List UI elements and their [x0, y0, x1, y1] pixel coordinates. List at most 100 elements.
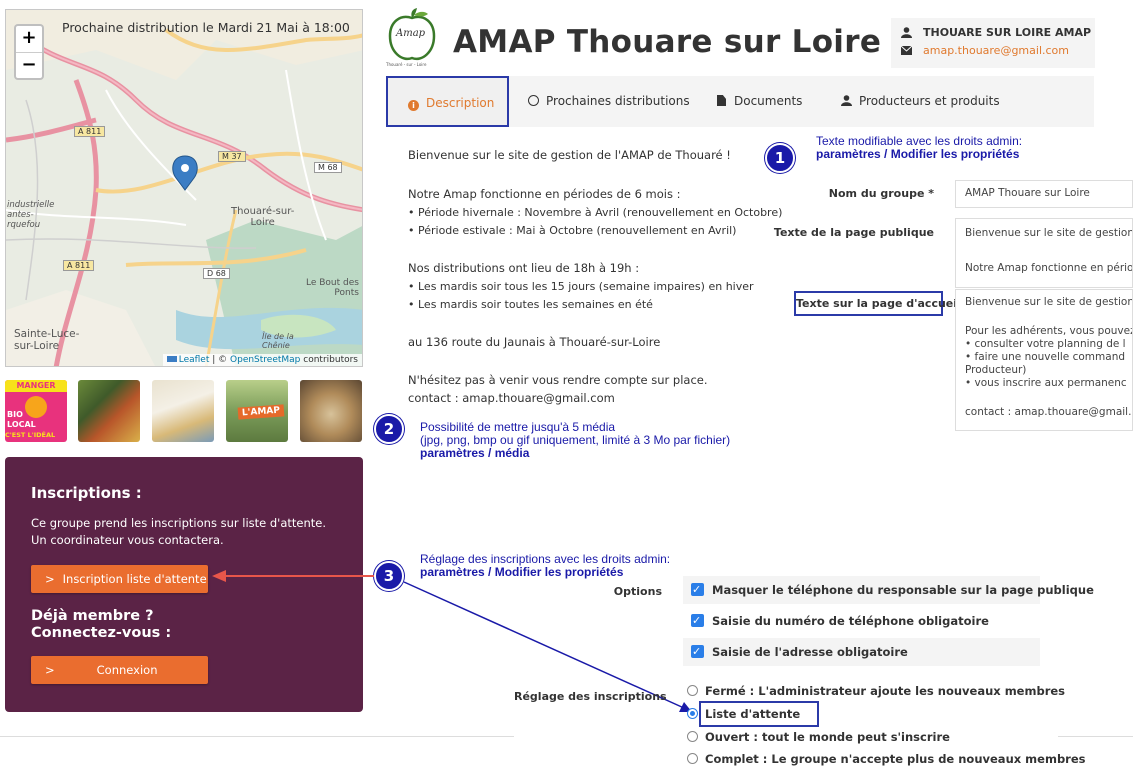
map-tiles	[6, 10, 362, 366]
waitlist-button[interactable]: > Inscription liste d'attente	[31, 565, 208, 593]
divider	[1058, 736, 1133, 737]
option-row[interactable]: Masquer le téléphone du responsable sur …	[683, 576, 1094, 604]
amap-board-thumbnail[interactable]: L'AMAP	[226, 380, 288, 442]
home-text-editor[interactable]: Bienvenue sur le site de gestion c Pour …	[955, 289, 1133, 431]
user-icon	[841, 95, 852, 106]
description-line: Notre Amap fonctionne en périodes de 6 m…	[408, 187, 681, 201]
editor-line: Pour les adhérents, vous pouvez	[965, 325, 1133, 337]
checkbox-checked-icon[interactable]	[691, 638, 704, 666]
member-login-title: Déjà membre ? Connectez-vous :	[31, 608, 172, 641]
options-label: Options	[613, 585, 662, 598]
map-label-sainte-luce: Sainte-Luce- sur-Loire	[14, 328, 80, 352]
option-label: Saisie du numéro de téléphone obligatoir…	[712, 614, 989, 628]
attribution-separator: | ©	[209, 355, 231, 365]
page-title: AMAP Thouare sur Loire	[453, 24, 882, 60]
description-address: au 136 route du Jaunais à Thouaré-sur-Lo…	[408, 335, 661, 349]
group-name-input[interactable]: AMAP Thouare sur Loire	[955, 180, 1133, 208]
clock-icon	[528, 95, 539, 106]
callout-number-1: 1	[765, 143, 795, 173]
amap-logo[interactable]: Amap Thouaré - sur - Loire	[386, 8, 438, 70]
option-row[interactable]: Saisie de l'adresse obligatoire	[683, 638, 1040, 666]
tab-description[interactable]: i Description	[386, 76, 509, 127]
contact-box: THOUARE SUR LOIRE AMAP amap.thouare@gmai…	[891, 18, 1095, 68]
option-row[interactable]: Saisie du numéro de téléphone obligatoir…	[683, 607, 1040, 635]
highlight-box	[699, 701, 819, 727]
tab-producteurs[interactable]: Producteurs et produits	[841, 76, 1000, 127]
map-label-thouare: Thouaré-sur- Loire	[231, 206, 295, 228]
description-line: • Les mardis soir toutes les semaines en…	[408, 298, 653, 311]
road-badge: A 811	[63, 260, 95, 271]
bread-thumbnail[interactable]	[300, 380, 362, 442]
registration-option[interactable]: Fermé : L'administrateur ajoute les nouv…	[687, 684, 1065, 698]
map-label-le-bout-des-ponts: Le Bout des Ponts	[306, 278, 359, 298]
logo-text: Amap	[396, 28, 426, 39]
tab-bar: i Description Prochaines distributions Do…	[386, 76, 1094, 127]
group-name-label: Nom du groupe *	[828, 187, 934, 200]
thumb-text: LOCAL	[7, 420, 36, 429]
editor-line: Bienvenue sur le site de gestion c	[965, 296, 1133, 308]
map-zoom-control: + −	[14, 24, 44, 80]
map-distribution-title: Prochaine distribution le Mardi 21 Mai à…	[62, 20, 350, 35]
inscriptions-panel: Inscriptions : Ce groupe prend les inscr…	[5, 457, 363, 712]
tab-label: Description	[426, 96, 495, 110]
radio-selected-icon[interactable]	[687, 708, 698, 719]
editor-line: • vous inscrire aux permanenc	[965, 377, 1127, 389]
login-button[interactable]: > Connexion	[31, 656, 208, 684]
option-label: Masquer le téléphone du responsable sur …	[712, 583, 1094, 597]
description-line: • Période hivernale : Novembre à Avril (…	[408, 206, 783, 219]
registration-option-label: Ouvert : tout le monde peut s'inscrire	[705, 730, 950, 744]
user-icon	[901, 27, 912, 38]
document-icon	[717, 95, 726, 106]
leaflet-flag-icon	[166, 356, 177, 362]
callout-2-text: Possibilité de mettre jusqu'à 5 média (j…	[420, 421, 730, 460]
registration-option[interactable]: Complet : Le groupe n'accepte plus de no…	[687, 752, 1086, 766]
tab-label: Producteurs et produits	[859, 94, 1000, 108]
registration-option-label: Fermé : L'administrateur ajoute les nouv…	[705, 684, 1066, 698]
radio-icon[interactable]	[687, 685, 698, 696]
public-text-editor[interactable]: Bienvenue sur le site de gestion c Notre…	[955, 218, 1133, 288]
thumb-text: L'AMAP	[237, 404, 285, 420]
inscriptions-text: Ce groupe prend les inscriptions sur lis…	[31, 516, 327, 547]
contact-email[interactable]: amap.thouare@gmail.com	[923, 44, 1069, 57]
leaflet-link[interactable]: Leaflet	[179, 355, 210, 365]
editor-line: • consulter votre planning de l	[965, 338, 1126, 350]
osm-link[interactable]: OpenStreetMap	[230, 355, 300, 365]
tab-label: Documents	[734, 94, 803, 108]
callout-3-text: Réglage des inscriptions avec les droits…	[420, 553, 670, 579]
sun-icon	[25, 396, 47, 418]
callout-1-text: Texte modifiable avec les droits admin: …	[816, 135, 1022, 161]
registration-option-label: Complet : Le groupe n'accepte plus de no…	[705, 752, 1086, 766]
map-label-industrielle: industrielle antes- rquefou	[7, 200, 55, 230]
callout-line: paramètres / Modifier les propriétés	[816, 147, 1020, 161]
radio-icon[interactable]	[687, 731, 698, 742]
callout-number-3: 3	[374, 561, 404, 591]
description-line: N'hésitez pas à venir vous rendre compte…	[408, 373, 708, 387]
info-icon: i	[408, 100, 419, 111]
login-button-label: Connexion	[96, 663, 158, 677]
tab-prochaines-distributions[interactable]: Prochaines distributions	[528, 76, 690, 127]
road-badge: M 68	[314, 162, 342, 173]
description-line: • Période estivale : Mai à Octobre (reno…	[408, 224, 737, 237]
zoom-in-button[interactable]: +	[16, 26, 42, 52]
editor-line: Producteur)	[965, 364, 1027, 376]
map-attribution: Leaflet | © OpenStreetMap contributors	[162, 354, 362, 366]
thumb-text: C'EST L'IDÉAL	[5, 431, 56, 439]
products-thumbnail[interactable]	[152, 380, 214, 442]
manger-bio-local-thumbnail[interactable]: MANGER BIO LOCAL C'EST L'IDÉAL	[5, 380, 67, 442]
description-contact: contact : amap.thouare@gmail.com	[408, 391, 615, 405]
checkbox-checked-icon[interactable]	[691, 576, 704, 604]
divider	[0, 736, 514, 737]
envelope-icon	[901, 46, 912, 55]
checkbox-checked-icon[interactable]	[691, 607, 704, 635]
map-label-ile-chenie: Île de la Chênie	[262, 332, 294, 350]
tab-documents[interactable]: Documents	[717, 76, 802, 127]
vegetables-thumbnail[interactable]	[78, 380, 140, 442]
map[interactable]: Thouaré-sur- Loire Sainte-Luce- sur-Loir…	[5, 9, 363, 367]
radio-icon[interactable]	[687, 753, 698, 764]
contact-name: THOUARE SUR LOIRE AMAP	[923, 26, 1092, 39]
road-badge: D 68	[203, 268, 230, 279]
editor-line: contact : amap.thouare@gmail.co	[965, 406, 1133, 418]
zoom-out-button[interactable]: −	[16, 52, 42, 78]
callout-line: paramètres / Modifier les propriétés	[420, 565, 624, 579]
registration-option[interactable]: Ouvert : tout le monde peut s'inscrire	[687, 730, 950, 744]
